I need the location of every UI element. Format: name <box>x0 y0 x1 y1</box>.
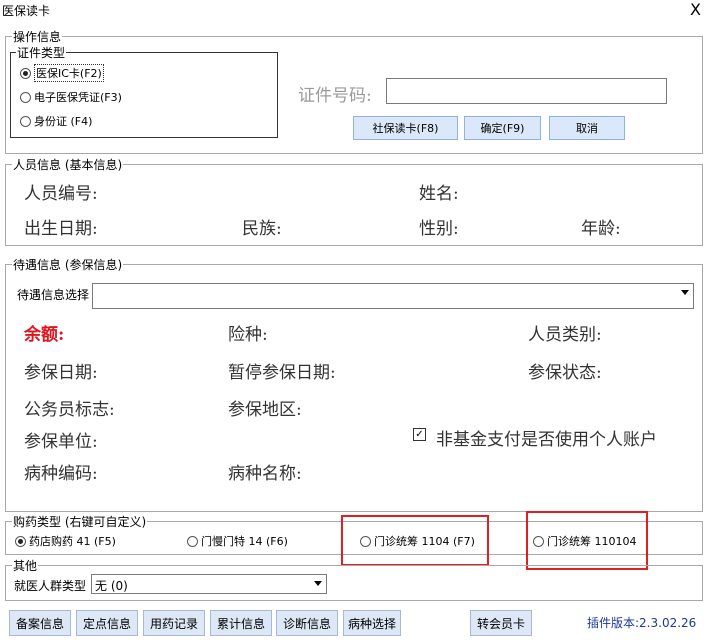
treatment-select-label: 待遇信息选择 <box>17 288 90 302</box>
label-person-category: 人员类别: <box>528 325 602 345</box>
label-birth-date: 出生日期: <box>24 219 98 239</box>
cancel-button[interactable]: 取消 <box>549 116 625 140</box>
designated-info-button[interactable]: 定点信息 <box>76 610 138 636</box>
disease-select-button[interactable]: 病种选择 <box>343 610 401 636</box>
dropdown-arrow-icon <box>314 581 322 586</box>
radio-label: 医保IC卡(F2) <box>34 64 104 82</box>
radio-label: 门慢门特 14 (F6) <box>201 535 288 548</box>
radio-e-voucher[interactable]: 电子医保凭证(F3) <box>20 89 122 105</box>
label-balance: 余额: <box>24 325 65 345</box>
label-suspend-date: 暂停参保日期: <box>228 363 336 383</box>
treatment-legend: 待遇信息 (参保信息) <box>12 256 124 273</box>
label-disease-name: 病种名称: <box>228 464 302 484</box>
radio-dot-icon <box>20 91 31 103</box>
diagnosis-info-button[interactable]: 诊断信息 <box>276 610 338 636</box>
cumulative-info-button[interactable]: 累计信息 <box>210 610 272 636</box>
operation-legend: 操作信息 <box>12 28 63 45</box>
crowd-type-label: 就医人群类型 <box>14 579 87 593</box>
cert-type-legend: 证件类型 <box>16 44 67 61</box>
label-insured-region: 参保地区: <box>228 400 302 420</box>
radio-pharmacy[interactable]: 药店购药 41 (F5) <box>15 533 116 549</box>
treatment-select[interactable] <box>92 283 694 309</box>
label-insurance-type: 险种: <box>228 325 268 345</box>
medication-record-button[interactable]: 用药记录 <box>143 610 205 636</box>
radio-label: 身份证 (F4) <box>34 115 93 128</box>
read-card-button[interactable]: 社保读卡(F8) <box>353 116 458 140</box>
person-legend: 人员信息 (基本信息) <box>12 156 124 173</box>
label-non-fund-account[interactable]: 非基金支付是否使用个人账户 <box>436 425 657 450</box>
radio-dot-icon <box>20 67 31 79</box>
crowd-type-select[interactable]: 无 (0) <box>91 574 327 594</box>
radio-dot-icon <box>20 115 31 127</box>
radio-id-card[interactable]: 身份证 (F4) <box>20 113 92 129</box>
record-info-button[interactable]: 备案信息 <box>9 610 71 636</box>
radio-medical-ic[interactable]: 医保IC卡(F2) <box>20 64 104 82</box>
label-insured-date: 参保日期: <box>24 363 98 383</box>
window-title: 医保读卡 <box>2 4 51 18</box>
other-legend: 其他 <box>12 557 39 574</box>
label-age: 年龄: <box>581 219 621 239</box>
label-disease-code: 病种编码: <box>24 464 98 484</box>
crowd-type-value: 无 (0) <box>95 579 128 593</box>
member-card-button[interactable]: 转会员卡 <box>470 610 532 636</box>
label-name: 姓名: <box>419 184 459 204</box>
radio-dot-icon <box>15 535 26 547</box>
radio-chronic[interactable]: 门慢门特 14 (F6) <box>187 533 288 549</box>
close-icon[interactable]: X <box>690 0 701 19</box>
cert-no-input[interactable] <box>386 78 667 104</box>
plugin-version: 插件版本:2.3.02.26 <box>587 616 697 630</box>
highlight-box-1104 <box>341 515 489 566</box>
label-ethnic: 民族: <box>242 219 282 239</box>
radio-dot-icon <box>187 535 198 547</box>
radio-label: 药店购药 41 (F5) <box>29 535 116 548</box>
label-insured-unit: 参保单位: <box>24 432 98 452</box>
non-fund-checkbox[interactable]: ✓ <box>413 428 426 441</box>
cert-no-label: 证件号码: <box>298 86 372 106</box>
confirm-button[interactable]: 确定(F9) <box>464 116 541 140</box>
radio-label: 电子医保凭证(F3) <box>34 91 122 104</box>
label-gender: 性别: <box>419 219 459 239</box>
label-person-id: 人员编号: <box>24 184 98 204</box>
purchase-legend: 购药类型 (右键可自定义) <box>12 513 148 530</box>
label-civil-servant: 公务员标志: <box>24 400 115 420</box>
highlight-box-110104 <box>526 511 648 570</box>
dropdown-arrow-icon <box>681 290 689 295</box>
label-insured-status: 参保状态: <box>528 363 602 383</box>
